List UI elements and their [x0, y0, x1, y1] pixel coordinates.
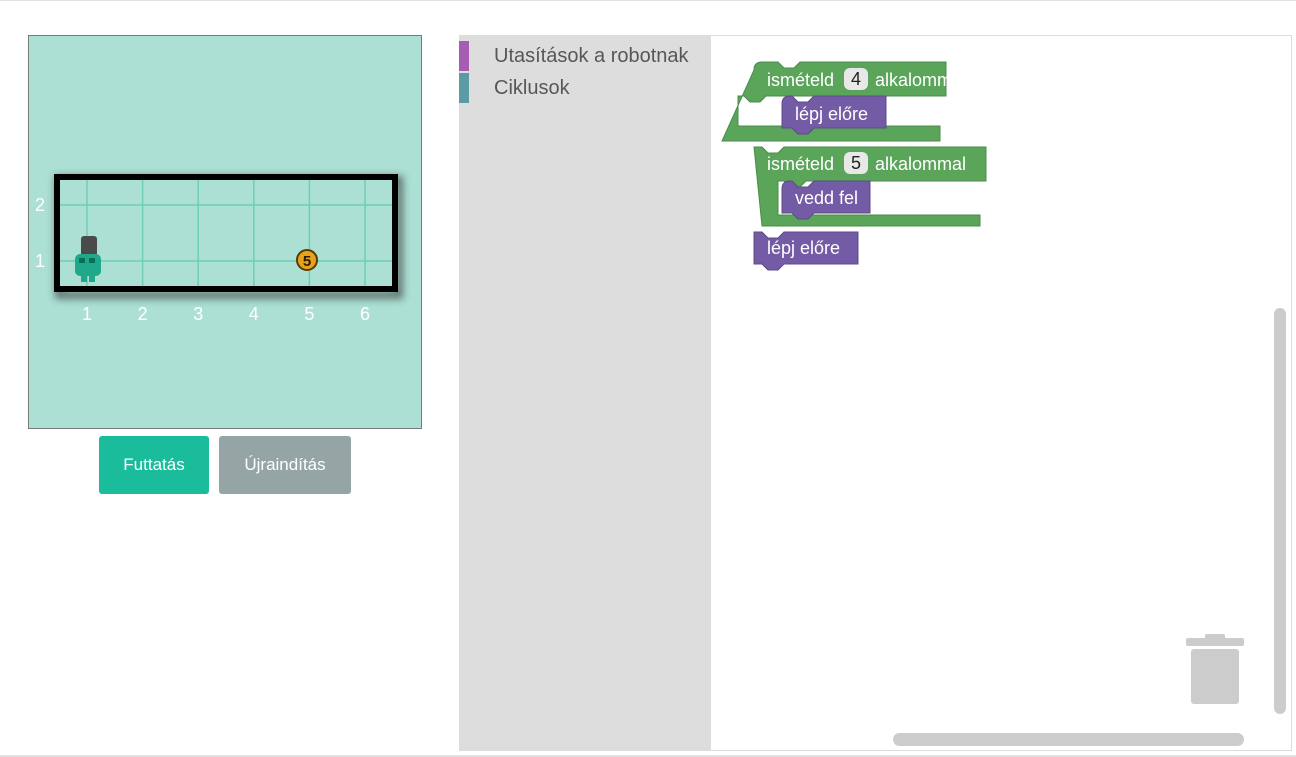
trash-can-icon[interactable]: [1186, 632, 1244, 708]
block-label: lépj előre: [795, 104, 868, 124]
repeat-suffix: alkalommal: [875, 70, 966, 90]
y-axis-label: 1: [35, 251, 45, 271]
move-forward-block[interactable]: lépj előre: [781, 95, 887, 135]
x-axis-label: 2: [138, 304, 148, 324]
vertical-scrollbar[interactable]: [1274, 308, 1286, 714]
toolbox-category-loops[interactable]: Ciklusok: [459, 71, 711, 103]
toolbox-category-robot-commands[interactable]: Utasítások a robotnak: [459, 39, 711, 71]
x-axis-labels: 1 2 3 4 5 6: [82, 304, 370, 324]
move-forward-block[interactable]: lépj előre: [753, 231, 859, 271]
pick-up-block[interactable]: vedd fel: [781, 180, 871, 220]
y-axis-label: 2: [35, 195, 45, 215]
repeat-count: 4: [851, 69, 861, 89]
robot-stage: 123456 21 5: [28, 35, 422, 429]
category-color-swatch: [459, 73, 469, 103]
x-axis-label: 4: [249, 304, 259, 324]
x-axis-label: 1: [82, 304, 92, 324]
block-label: vedd fel: [795, 188, 858, 208]
reset-button[interactable]: Újraindítás: [219, 436, 351, 494]
horizontal-scrollbar[interactable]: [893, 733, 1244, 746]
repeat-prefix: ismételd: [767, 154, 834, 174]
stage-canvas: 123456 21 5: [35, 174, 403, 324]
coin-value: 5: [303, 253, 311, 270]
block-label: lépj előre: [767, 238, 840, 258]
x-axis-label: 5: [304, 304, 314, 324]
coin-icon: 5: [296, 249, 318, 271]
x-axis-label: 3: [193, 304, 203, 324]
repeat-prefix: ismételd: [767, 70, 834, 90]
repeat-suffix: alkalommal: [875, 154, 966, 174]
y-axis-labels: 21: [35, 195, 45, 271]
run-button[interactable]: Futtatás: [99, 436, 209, 494]
top-divider: [0, 0, 1296, 1]
repeat-count: 5: [851, 153, 861, 173]
category-label: Ciklusok: [494, 77, 570, 99]
board: [57, 177, 395, 289]
x-axis-label: 6: [360, 304, 370, 324]
category-color-swatch: [459, 41, 469, 71]
category-label: Utasítások a robotnak: [494, 45, 689, 67]
toolbox: Utasítások a robotnak Ciklusok: [459, 35, 711, 750]
